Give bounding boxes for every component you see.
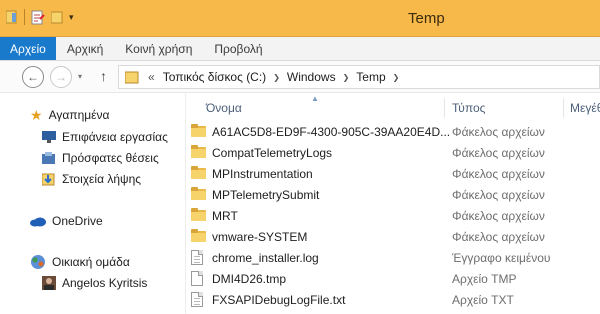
file-type: Φάκελος αρχείων [452,188,545,202]
nav-user[interactable]: Angelos Kyritsis [42,274,147,292]
nav-item-recent-places[interactable]: Πρόσφατες θέσεις [42,149,159,167]
list-item[interactable]: chrome_installer.log Έγγραφο κειμένου [186,247,600,268]
properties-icon[interactable] [31,10,45,25]
star-icon: ★ [30,106,43,123]
file-type: Φάκελος αρχείων [452,167,545,181]
folder-icon [191,166,206,179]
file-type: Φάκελος αρχείων [452,125,545,139]
file-name: chrome_installer.log [212,251,319,265]
file-type: Φάκελος αρχείων [452,230,545,244]
nav-onedrive[interactable]: OneDrive [30,212,103,230]
list-item[interactable]: CompatTelemetryLogs Φάκελος αρχείων [186,142,600,163]
title-bar: ▾ Temp [0,0,600,37]
text-file-icon [191,292,203,307]
column-header-size[interactable]: Μεγέθ [570,101,600,115]
nav-homegroup-label: Οικιακή ομάδα [52,255,130,269]
back-arrow-icon: ← [27,70,39,84]
address-bar[interactable]: « Τοπικός δίσκος (C:) ❯ Windows ❯ Temp ❯ [118,65,600,89]
folder-icon [191,145,206,158]
breadcrumb-local-disk[interactable]: Τοπικός δίσκος (C:) [163,70,267,84]
toolbar-separator [24,9,25,25]
back-button[interactable]: ← [22,66,44,88]
tab-file[interactable]: Αρχείο [0,37,56,60]
file-name: MPTelemetrySubmit [212,188,320,202]
list-item[interactable]: MRT Φάκελος αρχείων [186,205,600,226]
tab-home[interactable]: Αρχική [56,37,114,60]
new-folder-icon[interactable] [51,10,63,24]
breadcrumb: Τοπικός δίσκος (C:) ❯ Windows ❯ Temp ❯ [163,70,407,84]
folder-app-icon[interactable] [6,10,18,24]
breadcrumb-temp[interactable]: Temp [356,70,385,84]
nav-item-desktop[interactable]: Επιφάνεια εργασίας [42,128,168,146]
homegroup-icon [31,255,45,269]
file-type: Αρχείο TMP [452,272,517,286]
column-headers: ▲ Όνομα Τύπος Μεγέθ [186,93,600,119]
forward-button[interactable]: → [50,66,72,88]
list-item[interactable]: FXSAPIDebugLogFile.txt Αρχείο TXT [186,289,600,310]
file-type: Φάκελος αρχείων [452,209,545,223]
nav-item-downloads[interactable]: Στοιχεία λήψης [42,170,141,188]
folder-icon [191,124,206,137]
user-avatar-icon [42,276,56,290]
column-header-name[interactable]: Όνομα [206,101,242,115]
navigation-pane: ★ Αγαπημένα Επιφάνεια εργασίας Πρόσφατες… [0,93,185,314]
column-header-type[interactable]: Τύπος [452,101,485,115]
quick-access-toolbar: ▾ [6,9,74,25]
breadcrumb-overflow[interactable]: « [148,70,155,84]
breadcrumb-separator-icon[interactable]: ❯ [393,73,400,82]
tab-view[interactable]: Προβολή [203,37,273,60]
file-name: FXSAPIDebugLogFile.txt [212,293,346,307]
recent-locations-dropdown-icon[interactable]: ▾ [78,72,82,81]
text-file-icon [191,250,203,265]
customize-toolbar-icon[interactable]: ▾ [69,12,74,23]
file-type: Φάκελος αρχείων [452,146,545,160]
breadcrumb-windows[interactable]: Windows [287,70,336,84]
file-icon [191,271,203,286]
file-type: Αρχείο TXT [452,293,514,307]
desktop-icon [42,131,56,143]
tab-share[interactable]: Κοινή χρήση [114,37,203,60]
nav-item-label: Στοιχεία λήψης [62,172,142,186]
folder-icon [191,229,206,242]
window-title: Temp [408,10,445,27]
ribbon-tabs: Αρχείο Αρχική Κοινή χρήση Προβολή [0,37,600,61]
cloud-icon [30,217,46,226]
nav-item-label: Επιφάνεια εργασίας [62,130,168,144]
column-separator[interactable] [563,98,564,118]
file-name: CompatTelemetryLogs [212,146,333,160]
folder-icon [191,208,206,221]
downloads-icon [42,173,55,186]
breadcrumb-separator-icon[interactable]: ❯ [273,73,280,82]
column-separator[interactable] [444,98,445,118]
file-name: vmware-SYSTEM [212,230,308,244]
nav-favorites-label: Αγαπημένα [48,108,110,122]
nav-item-label: Πρόσφατες θέσεις [62,151,159,165]
nav-homegroup[interactable]: Οικιακή ομάδα [30,253,130,271]
file-name: DMI4D26.tmp [212,272,287,286]
nav-favorites[interactable]: ★ Αγαπημένα [30,106,109,124]
list-item[interactable]: DMI4D26.tmp Αρχείο TMP [186,268,600,289]
list-item[interactable]: vmware-SYSTEM Φάκελος αρχείων [186,226,600,247]
file-name: A61AC5D8-ED9F-4300-905C-39AA20E4D... [212,125,451,139]
file-name: MRT [212,209,238,223]
up-button[interactable]: ↑ [100,68,107,84]
forward-arrow-icon: → [55,70,67,84]
recent-places-icon [42,151,55,164]
nav-onedrive-label: OneDrive [52,214,103,228]
folder-icon [125,71,139,84]
nav-user-label: Angelos Kyritsis [62,276,148,290]
file-type: Έγγραφο κειμένου [452,251,551,265]
list-item[interactable]: A61AC5D8-ED9F-4300-905C-39AA20E4D... Φάκ… [186,121,600,142]
breadcrumb-separator-icon[interactable]: ❯ [343,73,350,82]
address-row: ← → ▾ ↑ « Τοπικός δίσκος (C:) ❯ Windows … [0,61,600,93]
file-name: MPInstrumentation [212,167,313,181]
list-item[interactable]: MPTelemetrySubmit Φάκελος αρχείων [186,184,600,205]
list-item[interactable]: MPInstrumentation Φάκελος αρχείων [186,163,600,184]
folder-icon [191,187,206,200]
sort-ascending-icon: ▲ [311,94,319,103]
